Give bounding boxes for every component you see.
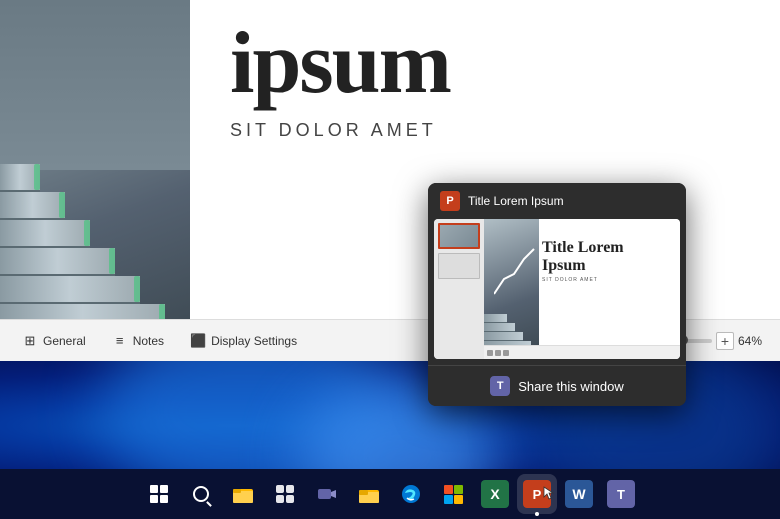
taskbar: X P W T <box>0 469 780 519</box>
mini-step-4 <box>484 323 515 332</box>
taskbar-icon-widgets[interactable] <box>267 476 303 512</box>
taskbar-icon-word[interactable]: W <box>561 476 597 512</box>
teams-icon: T <box>490 376 510 396</box>
mini-stair-image <box>484 219 539 359</box>
mini-slide-text-area: Title Lorem Ipsum SIT DOLOR AMET <box>542 239 676 283</box>
mini-slide-thumb-2 <box>438 253 480 279</box>
general-icon: ⊞ <box>22 333 38 349</box>
edge-icon <box>400 483 422 505</box>
teams-meet-icon <box>316 483 338 505</box>
display-icon: ⬛ <box>190 333 206 349</box>
slide-title: ipsum <box>230 20 740 108</box>
share-window-label: Share this window <box>518 379 624 394</box>
mini-toolbar-dot-3 <box>503 350 509 356</box>
display-settings-label: Display Settings <box>211 334 297 348</box>
taskbar-icon-ms-store[interactable] <box>435 476 471 512</box>
taskbar-icon-search[interactable] <box>183 476 219 512</box>
slide-image-panel <box>0 0 190 360</box>
mini-slide-thumb-1 <box>438 223 480 249</box>
mini-subtitle: SIT DOLOR AMET <box>542 277 676 283</box>
folder-icon <box>358 483 380 505</box>
mini-slide-panel <box>434 219 484 359</box>
taskbar-icon-excel[interactable]: X <box>477 476 513 512</box>
taskbar-icon-teams[interactable]: T <box>603 476 639 512</box>
mini-thumb-img-1 <box>440 225 478 247</box>
file-explorer-icon <box>232 483 254 505</box>
mini-toolbar-dot-1 <box>487 350 493 356</box>
cursor-overlay <box>543 486 557 500</box>
ppt-app-icon: P <box>440 191 460 211</box>
teams-taskbar-icon: T <box>607 480 635 508</box>
mini-chart <box>494 239 539 299</box>
taskbar-icon-folder[interactable] <box>351 476 387 512</box>
taskbar-icon-file-explorer[interactable] <box>225 476 261 512</box>
taskbar-icon-teams-meet[interactable] <box>309 476 345 512</box>
mini-step-5 <box>484 314 507 323</box>
mini-title: Title Lorem Ipsum <box>542 239 676 274</box>
slide-subtitle: SIT DOLOR AMET <box>230 120 740 141</box>
ppt-preview-header: P Title Lorem Ipsum <box>428 183 686 219</box>
general-label: General <box>43 334 86 348</box>
ppt-preview-popup: P Title Lorem Ipsum <box>428 183 686 406</box>
widgets-icon <box>274 483 296 505</box>
mini-slide-main: Title Lorem Ipsum SIT DOLOR AMET <box>484 219 680 359</box>
search-icon <box>193 486 209 502</box>
mini-toolbar <box>484 345 680 359</box>
ms-store-icon <box>442 483 464 505</box>
notes-button[interactable]: ≡ Notes <box>102 329 174 353</box>
excel-icon: X <box>481 480 509 508</box>
general-button[interactable]: ⊞ General <box>12 329 96 353</box>
mini-slide: Title Lorem Ipsum SIT DOLOR AMET <box>434 219 680 359</box>
windows-logo <box>150 485 168 503</box>
taskbar-icon-windows-start[interactable] <box>141 476 177 512</box>
taskbar-icon-powerpoint[interactable]: P <box>519 476 555 512</box>
ppt-preview-title: Title Lorem Ipsum <box>468 194 564 208</box>
display-settings-button[interactable]: ⬛ Display Settings <box>180 329 307 353</box>
mini-step-3 <box>484 332 523 341</box>
notes-label: Notes <box>133 334 164 348</box>
mini-toolbar-dot-2 <box>495 350 501 356</box>
taskbar-icon-edge[interactable] <box>393 476 429 512</box>
ppt-preview-content[interactable]: Title Lorem Ipsum SIT DOLOR AMET <box>434 219 680 359</box>
zoom-plus-button[interactable]: + <box>716 332 734 350</box>
share-window-button[interactable]: T Share this window <box>428 365 686 406</box>
powerpoint-icon: P <box>523 480 551 508</box>
zoom-percent-label: 64% <box>738 334 768 348</box>
notes-icon: ≡ <box>112 333 128 349</box>
word-icon: W <box>565 480 593 508</box>
